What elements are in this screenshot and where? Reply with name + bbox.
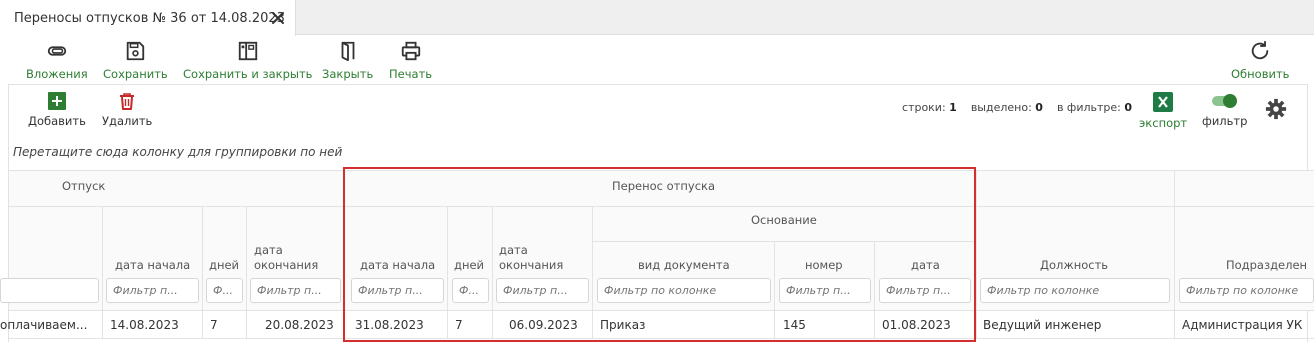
close-button[interactable]: Закрыть: [322, 40, 373, 81]
close-icon[interactable]: [270, 10, 286, 26]
filter-input-c8[interactable]: [779, 278, 871, 303]
group-by-hint[interactable]: Перетащите сюда колонку для группировки …: [13, 145, 342, 159]
cell-department: Администрация УК: [1182, 318, 1303, 332]
rows-count: 1: [949, 101, 957, 114]
col-vacation-end[interactable]: дата окончания: [254, 243, 318, 273]
floppy-disk-icon: [127, 41, 145, 61]
cell-transfer-end: 06.09.2023: [509, 318, 578, 332]
filter-input-c9[interactable]: [879, 278, 971, 303]
cell-transfer-days: 7: [455, 318, 463, 332]
cell-vacation-end: 20.08.2023: [265, 318, 334, 332]
refresh-button[interactable]: Обновить: [1231, 40, 1289, 81]
col-position[interactable]: Должность: [1040, 258, 1108, 273]
grid-stats: строки: 1 выделено: 0 в фильтре: 0: [902, 101, 1132, 114]
col-transfer-end-line1: дата: [499, 243, 528, 257]
refresh-icon: [1252, 40, 1269, 60]
add-button[interactable]: Добавить: [28, 92, 86, 128]
tab-document[interactable]: Переносы отпусков № 36 от 14.08.2023: [0, 0, 296, 36]
cell-position: Ведущий инженер: [983, 318, 1102, 332]
col-transfer-days[interactable]: дней: [454, 258, 484, 273]
filter-input-c4[interactable]: [351, 278, 444, 303]
filter-input-c10[interactable]: [980, 278, 1170, 303]
export-label: экспорт: [1139, 116, 1188, 130]
filter-input-c1[interactable]: [106, 278, 199, 303]
filter-label: фильтр: [1202, 114, 1248, 128]
col-vacation-start[interactable]: дата начала: [115, 258, 190, 273]
trash-icon: [120, 93, 135, 110]
filter-toggle[interactable]: фильтр: [1202, 92, 1247, 128]
cell-transfer-start: 31.08.2023: [355, 318, 424, 332]
filtered-count: 0: [1124, 101, 1133, 114]
col-doc-type[interactable]: вид документа: [638, 258, 730, 273]
col-transfer-start[interactable]: дата начала: [360, 258, 435, 273]
cell-doc-type: Приказ: [600, 318, 646, 332]
delete-label: Удалить: [102, 114, 153, 128]
save-and-close-button[interactable]: Сохранить и закрыть: [183, 40, 312, 81]
col-date[interactable]: дата: [911, 258, 940, 273]
band-vacation-transfer[interactable]: Перенос отпуска: [612, 179, 715, 194]
filter-input-c7[interactable]: [597, 278, 771, 303]
filter-input-c6[interactable]: [496, 278, 589, 303]
refresh-label: Обновить: [1231, 67, 1290, 81]
col-vacation-end-line2: окончания: [254, 258, 319, 272]
save-and-close-label: Сохранить и закрыть: [183, 67, 313, 81]
col-number[interactable]: номер: [805, 258, 843, 273]
filter-input-c3[interactable]: [250, 278, 341, 303]
selected-count: 0: [1035, 101, 1043, 114]
tab-title: Переносы отпусков № 36 от 14.08.2023: [14, 10, 285, 26]
toggle-on-icon: [1211, 94, 1237, 108]
excel-icon: [1153, 92, 1174, 112]
add-label: Добавить: [28, 114, 86, 128]
paperclip-icon: [47, 46, 66, 56]
cell-vacation-days: 7: [210, 318, 218, 332]
selected-label: выделено:: [970, 101, 1032, 114]
attachments-button[interactable]: Вложения: [26, 40, 88, 81]
door-icon: [341, 41, 355, 62]
printer-icon: [401, 41, 420, 61]
export-button[interactable]: экспорт: [1139, 92, 1187, 130]
delete-button[interactable]: Удалить: [102, 92, 152, 128]
col-transfer-end-line2: окончания: [499, 258, 564, 272]
col-transfer-end[interactable]: дата окончания: [499, 243, 563, 273]
filter-input-c5[interactable]: [452, 278, 489, 303]
cell-vacation-type: оплачиваем...: [0, 318, 88, 332]
cell-date: 01.08.2023: [882, 318, 951, 332]
band-vacation[interactable]: Отпуск: [62, 179, 105, 194]
filter-input-c11[interactable]: [1179, 278, 1314, 303]
save-close-icon: [238, 41, 257, 61]
print-button[interactable]: Печать: [389, 40, 432, 81]
rows-label: строки:: [902, 101, 946, 114]
close-label: Закрыть: [322, 67, 374, 81]
filter-input-c0[interactable]: [0, 278, 99, 303]
col-department[interactable]: Подразделен: [1226, 258, 1307, 273]
attachments-label: Вложения: [26, 67, 88, 81]
band-basis[interactable]: Основание: [751, 213, 817, 228]
print-label: Печать: [389, 67, 433, 81]
filter-input-c2[interactable]: [206, 278, 243, 303]
col-vacation-days[interactable]: дней: [209, 258, 239, 273]
plus-icon: [47, 92, 66, 110]
save-button[interactable]: Сохранить: [103, 40, 168, 81]
gear-icon[interactable]: [1265, 98, 1287, 120]
cell-vacation-start: 14.08.2023: [110, 318, 179, 332]
cell-number: 145: [783, 318, 806, 332]
save-label: Сохранить: [103, 67, 168, 81]
col-vacation-end-line1: дата: [254, 243, 283, 257]
filtered-label: в фильтре:: [1056, 101, 1121, 114]
